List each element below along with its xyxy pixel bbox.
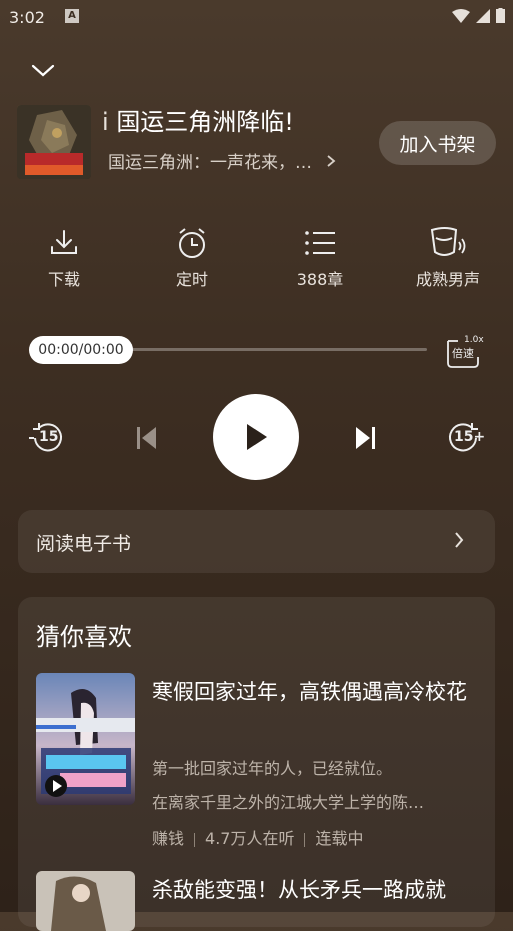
forward-15-label: 15+ — [454, 429, 486, 445]
chevron-right-icon — [327, 155, 336, 167]
voice-icon — [430, 227, 466, 256]
app-notification-icon: A — [65, 9, 79, 23]
playback-controls: 15 15+ — [0, 394, 513, 480]
forward-15-button[interactable]: 15+ — [444, 418, 486, 458]
download-label: 下载 — [47, 270, 80, 289]
status-time: 3:02 — [9, 8, 45, 27]
recommendation-meta: 赚钱 4.7万人在听 连载中 — [152, 825, 363, 849]
recommendation-tag: 赚钱 — [152, 829, 185, 848]
speed-value: 1.0x — [464, 335, 484, 345]
voice-label: 成熟男声 — [415, 270, 480, 289]
book-title: i 国运三角洲降临! — [102, 102, 372, 137]
recommendation-name: 杀敌能变强！从长矛兵一路成就 — [152, 878, 446, 902]
read-ebook-button[interactable]: 阅读电子书 — [18, 510, 495, 573]
progress-slider[interactable]: 00:00/00:00 — [29, 336, 429, 364]
title-fragment: i — [102, 108, 109, 136]
chapters-label: 388章 — [296, 270, 344, 289]
timer-label: 定时 — [175, 270, 208, 289]
skip-next-icon — [356, 427, 375, 449]
recommendations-section: 猜你喜欢 寒假回家过年，高铁偶遇高冷校花 第一批回家过年的人，已经就位。 在离家… — [18, 597, 495, 931]
list-item[interactable]: 寒假回家过年，高铁偶遇高冷校花 第一批回家过年的人，已经就位。 在离家千里之外的… — [36, 673, 486, 848]
speed-button[interactable]: 1.0x 倍速 — [444, 335, 484, 369]
divider — [194, 832, 196, 847]
download-icon — [51, 230, 77, 254]
previous-chapter-button[interactable] — [127, 418, 167, 458]
recommendation-name: 寒假回家过年，高铁偶遇高冷校花 — [152, 680, 467, 704]
book-subtitle: 国运三角洲：一声花来，… — [108, 153, 312, 173]
book-cover[interactable] — [17, 105, 91, 179]
book-cover-art — [17, 105, 91, 179]
title-text: 国运三角洲降临! — [116, 108, 294, 136]
recommendation-cover-art — [36, 871, 135, 931]
play-button[interactable] — [213, 394, 299, 480]
collapse-button[interactable] — [30, 58, 56, 84]
battery-icon — [496, 8, 505, 23]
chevron-down-icon — [31, 64, 55, 77]
read-ebook-label: 阅读电子书 — [36, 533, 132, 555]
recommendation-cover[interactable] — [36, 871, 135, 931]
speed-label: 倍速 — [452, 347, 474, 360]
add-to-shelf-button[interactable]: 加入书架 — [379, 121, 496, 165]
signal-icon — [476, 8, 490, 23]
recommendation-cover-art — [36, 673, 135, 805]
chapters-button[interactable]: 388章 — [270, 224, 370, 290]
progress-time[interactable]: 00:00/00:00 — [29, 336, 133, 364]
recommendation-listeners: 4.7万人在听 — [205, 829, 295, 848]
list-item[interactable]: 杀敌能变强！从长矛兵一路成就 — [36, 871, 486, 931]
play-icon — [247, 424, 267, 450]
recommendation-desc-2: 在离家千里之外的江城大学上学的陈… — [152, 793, 425, 812]
download-button[interactable]: 下载 — [14, 224, 114, 290]
alarm-clock-icon — [179, 228, 205, 258]
next-chapter-button[interactable] — [345, 418, 385, 458]
status-icons — [452, 8, 505, 23]
skip-previous-icon — [137, 427, 156, 449]
wifi-icon — [452, 8, 470, 23]
recommendations-title: 猜你喜欢 — [36, 623, 132, 651]
recommendation-desc-1: 第一批回家过年的人，已经就位。 — [152, 759, 393, 778]
recommendation-status: 连载中 — [315, 829, 364, 848]
rewind-15-label: 15 — [39, 429, 59, 445]
chevron-right-icon — [455, 532, 464, 548]
divider — [304, 832, 306, 847]
timer-button[interactable]: 定时 — [142, 224, 242, 290]
rewind-15-button[interactable]: 15 — [27, 418, 67, 458]
book-subtitle-link[interactable]: 国运三角洲：一声花来，… — [108, 148, 337, 173]
voice-button[interactable]: 成熟男声 — [398, 224, 498, 290]
recommendation-cover[interactable] — [36, 673, 135, 805]
chapter-list-icon — [305, 231, 335, 255]
status-bar: 3:02 A — [0, 0, 513, 34]
